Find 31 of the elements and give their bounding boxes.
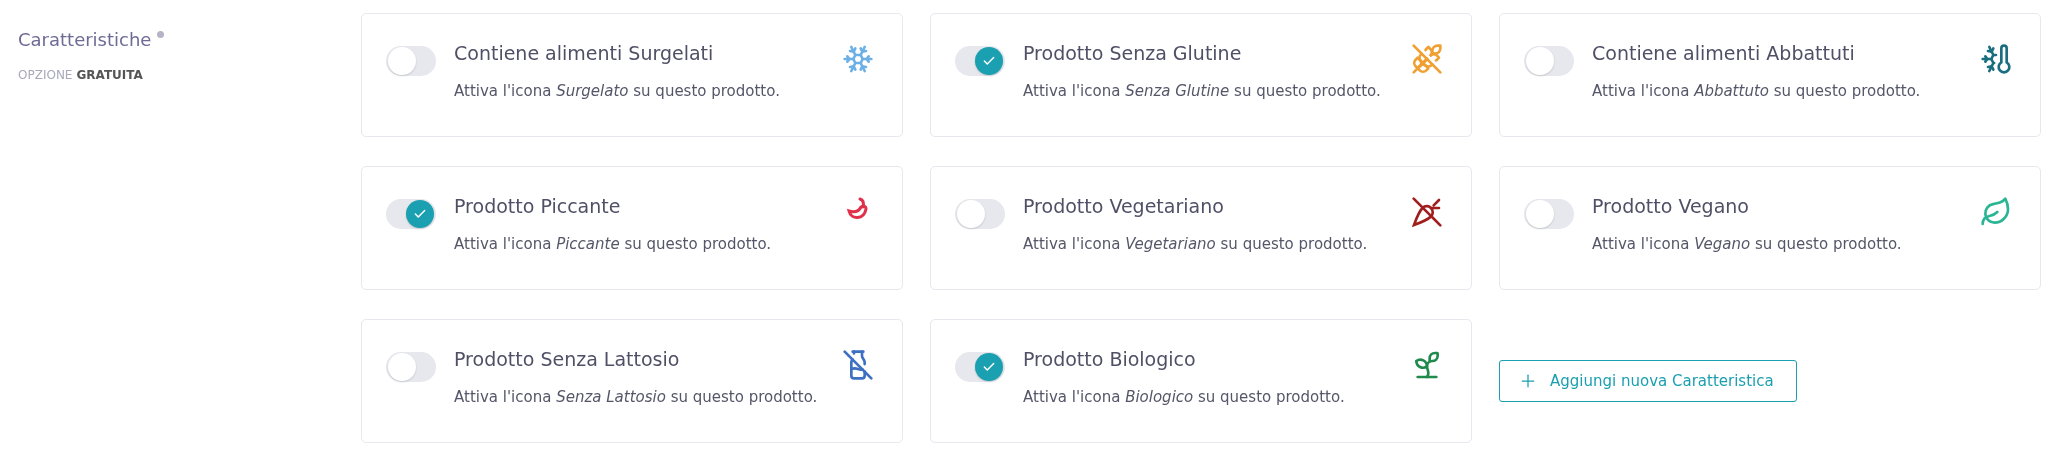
feature-title: Contiene alimenti Abbattuti	[1592, 42, 1856, 64]
toggle-switch[interactable]	[386, 46, 436, 76]
toggle-switch[interactable]	[386, 352, 436, 382]
add-feature-button[interactable]: Aggiungi nuova Caratteristica	[1499, 360, 1797, 402]
check-icon	[982, 360, 996, 374]
feature-title: Prodotto Vegetariano	[1023, 195, 1225, 217]
feature-title: Prodotto Senza Glutine	[1023, 42, 1243, 64]
option-value: GRATUITA	[76, 68, 143, 82]
feature-title: Prodotto Biologico	[1023, 348, 1197, 370]
feature-title: Prodotto Vegano	[1592, 195, 1750, 217]
feature-description: Attiva l'icona Vegano su questo prodotto.	[1592, 235, 1903, 253]
toggle-switch[interactable]	[955, 199, 1005, 229]
feature-title: Prodotto Senza Lattosio	[454, 348, 681, 370]
section-label: Caratteristiche	[18, 29, 152, 50]
toggle-switch[interactable]	[955, 46, 1005, 76]
feature-title: Contiene alimenti Surgelati	[454, 42, 715, 64]
toggle-switch[interactable]	[1524, 199, 1574, 229]
feature-description: Attiva l'icona Senza Lattosio su questo prodotto.	[454, 388, 819, 406]
feature-title: Prodotto Piccante	[454, 195, 622, 217]
feature-description: Attiva l'icona Biologico su questo prodotto.	[1023, 388, 1346, 406]
feature-description: Attiva l'icona Abbattuto su questo prodotto.	[1592, 82, 1922, 100]
feature-description: Attiva l'icona Senza Glutine su questo prodotto.	[1023, 82, 1382, 100]
option-prefix: OPZIONE	[18, 68, 73, 82]
toggle-switch[interactable]	[1524, 46, 1574, 76]
feature-description: Attiva l'icona Surgelato su questo prodotto.	[454, 82, 781, 100]
toggle-switch[interactable]	[955, 352, 1005, 382]
feature-description: Attiva l'icona Piccante su questo prodotto.	[454, 235, 773, 253]
check-icon	[413, 207, 427, 221]
toggle-switch[interactable]	[386, 199, 436, 229]
feature-description: Attiva l'icona Vegetariano su questo prodotto.	[1023, 235, 1369, 253]
check-icon	[982, 54, 996, 68]
